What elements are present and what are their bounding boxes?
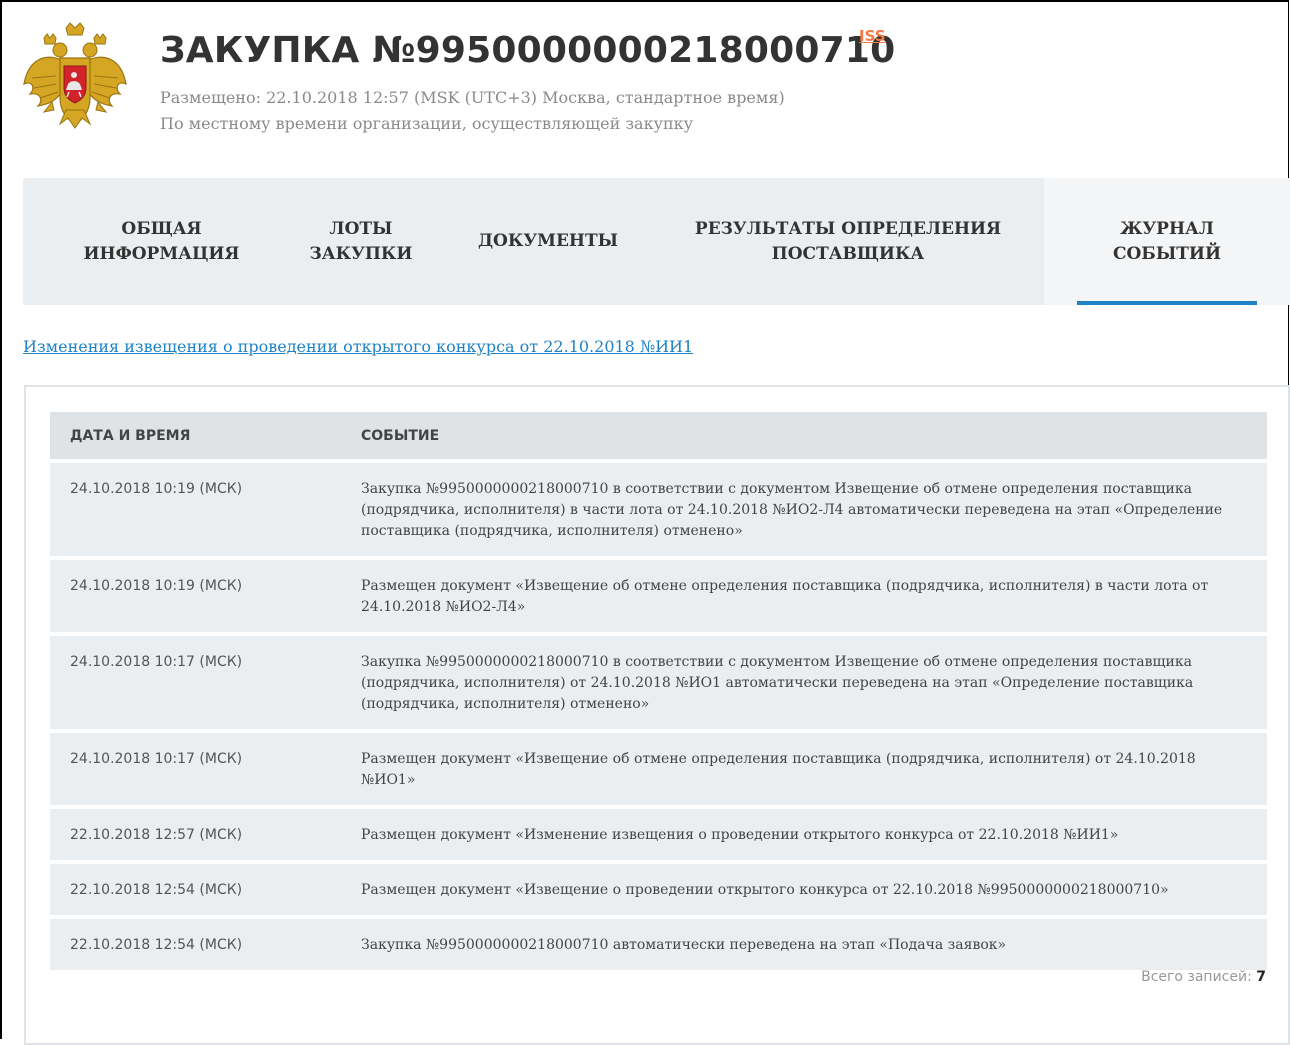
- row-event: Размещен документ «Извещение об отмене о…: [361, 751, 1196, 788]
- coat-of-arms-icon: [22, 22, 128, 134]
- notice-changes-link[interactable]: Изменения извещения о проведении открыто…: [23, 337, 693, 356]
- row-date: 24.10.2018 10:17 (МСК): [70, 654, 243, 670]
- row-date: 24.10.2018 10:19 (МСК): [70, 578, 243, 594]
- tab-label-line: ЛОТЫ: [329, 218, 393, 239]
- table-row: 22.10.2018 12:54 (МСК) Размещен документ…: [50, 864, 1267, 915]
- active-tab-indicator: [1077, 301, 1257, 305]
- table-row: 22.10.2018 12:57 (МСК) Размещен документ…: [50, 809, 1267, 860]
- tab-label-line: СОБЫТИЙ: [1112, 243, 1222, 264]
- tab-label-line: ИНФОРМАЦИЯ: [83, 243, 240, 264]
- table-row: 24.10.2018 10:19 (МСК) Закупка №99500000…: [50, 463, 1267, 556]
- event-log-panel: ДАТА И ВРЕМЯ СОБЫТИЕ 24.10.2018 10:19 (М…: [24, 385, 1290, 1045]
- tab-label-line: ЗАКУПКИ: [309, 243, 413, 264]
- row-date: 22.10.2018 12:57 (МСК): [70, 827, 243, 843]
- table-row: 24.10.2018 10:17 (МСК) Закупка №99500000…: [50, 636, 1267, 729]
- tab-supplier-results[interactable]: РЕЗУЛЬТАТЫ ОПРЕДЕЛЕНИЯ ПОСТАВЩИКА: [663, 178, 1033, 305]
- iss-link[interactable]: ISS: [859, 27, 886, 45]
- tab-bar: ОБЩАЯ ИНФОРМАЦИЯ ЛОТЫ ЗАКУПКИ ДОКУМЕНТЫ …: [23, 178, 1290, 305]
- row-event: Закупка №9950000000218000710 в соответст…: [361, 481, 1223, 539]
- column-header-date: ДАТА И ВРЕМЯ: [70, 427, 191, 444]
- row-event: Размещен документ «Извещение об отмене о…: [361, 578, 1209, 615]
- row-date: 24.10.2018 10:17 (МСК): [70, 751, 243, 767]
- table-row: 24.10.2018 10:19 (МСК) Размещен документ…: [50, 560, 1267, 632]
- posted-datetime: Размещено: 22.10.2018 12:57 (MSK (UTC+3)…: [160, 88, 785, 107]
- tab-lots[interactable]: ЛОТЫ ЗАКУПКИ: [299, 178, 423, 305]
- event-log-table: ДАТА И ВРЕМЯ СОБЫТИЕ 24.10.2018 10:19 (М…: [50, 412, 1267, 970]
- row-date: 22.10.2018 12:54 (МСК): [70, 937, 243, 953]
- tab-label-line: ЖУРНАЛ: [1120, 218, 1214, 239]
- table-row: 22.10.2018 12:54 (МСК) Закупка №99500000…: [50, 919, 1267, 970]
- row-event: Закупка №9950000000218000710 в соответст…: [361, 654, 1194, 712]
- total-records-count: 7: [1256, 969, 1266, 985]
- row-date: 22.10.2018 12:54 (МСК): [70, 882, 243, 898]
- tab-label-line: ОБЩАЯ: [121, 218, 202, 239]
- table-header: ДАТА И ВРЕМЯ СОБЫТИЕ: [50, 412, 1267, 459]
- tab-event-log[interactable]: ЖУРНАЛ СОБЫТИЙ: [1044, 178, 1290, 305]
- tab-label-line: РЕЗУЛЬТАТЫ ОПРЕДЕЛЕНИЯ: [694, 218, 1002, 239]
- tab-documents[interactable]: ДОКУМЕНТЫ: [463, 178, 633, 305]
- tab-general-info[interactable]: ОБЩАЯ ИНФОРМАЦИЯ: [48, 178, 275, 305]
- row-event: Размещен документ «Извещение о проведени…: [361, 882, 1169, 898]
- table-row: 24.10.2018 10:17 (МСК) Размещен документ…: [50, 733, 1267, 805]
- total-records: Всего записей: 7: [1141, 969, 1266, 985]
- row-date: 24.10.2018 10:19 (МСК): [70, 481, 243, 497]
- page-title: ЗАКУПКА №9950000000218000710: [160, 30, 896, 71]
- row-event: Размещен документ «Изменение извещения о…: [361, 827, 1119, 843]
- column-header-event: СОБЫТИЕ: [361, 427, 440, 444]
- total-records-label: Всего записей:: [1141, 969, 1252, 985]
- local-time-note: По местному времени организации, осущест…: [160, 114, 694, 133]
- row-event: Закупка №9950000000218000710 автоматичес…: [361, 937, 1007, 953]
- tab-label-line: ДОКУМЕНТЫ: [477, 231, 619, 251]
- tab-label-line: ПОСТАВЩИКА: [771, 243, 925, 264]
